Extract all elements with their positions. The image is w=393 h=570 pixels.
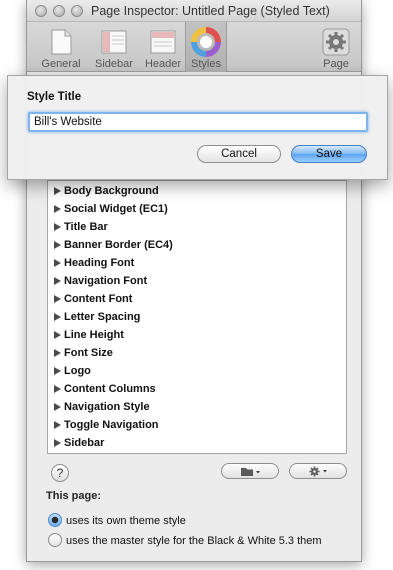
zoom-window-button[interactable] xyxy=(71,5,83,17)
radio-own-theme-label: uses its own theme style xyxy=(66,515,186,527)
cancel-button[interactable]: Cancel xyxy=(197,145,281,163)
inspector-toolbar: General Sidebar Header Styles Page xyxy=(27,22,361,72)
list-item-label: Font Size xyxy=(64,347,113,359)
list-item-label: Letter Spacing xyxy=(64,311,141,323)
disclosure-triangle-icon[interactable] xyxy=(54,259,61,267)
tab-general-label: General xyxy=(41,58,81,70)
list-item-label: Navigation Font xyxy=(64,275,148,287)
list-item[interactable]: Title Bar xyxy=(54,221,108,239)
radio-own-theme[interactable]: uses its own theme style xyxy=(48,513,186,529)
close-window-button[interactable] xyxy=(35,5,47,17)
list-item[interactable]: Toggle Navigation xyxy=(54,419,159,437)
list-item-label: Navigation Style xyxy=(64,401,150,413)
save-button[interactable]: Save xyxy=(291,145,367,163)
tab-styles-label: Styles xyxy=(191,58,221,70)
disclosure-triangle-icon[interactable] xyxy=(54,187,61,195)
disclosure-triangle-icon[interactable] xyxy=(54,367,61,375)
list-item-label: Toggle Navigation xyxy=(64,419,159,431)
minimize-window-button[interactable] xyxy=(53,5,65,17)
disclosure-triangle-icon[interactable] xyxy=(54,241,61,249)
list-item-label: Banner Border (EC4) xyxy=(64,239,173,251)
list-item-label: Heading Font xyxy=(64,257,135,269)
list-item[interactable]: Social Widget (EC1) xyxy=(54,203,168,221)
list-item-label: Sidebar xyxy=(64,437,105,449)
list-item[interactable]: Sidebar xyxy=(54,437,104,455)
list-item[interactable]: Heading Font xyxy=(54,257,134,275)
tab-sidebar-label: Sidebar xyxy=(95,58,133,70)
disclosure-triangle-icon[interactable] xyxy=(54,223,61,231)
list-item-label: Body Background xyxy=(64,185,159,197)
disclosure-triangle-icon[interactable] xyxy=(54,277,61,285)
radio-master-style[interactable]: uses the master style for the Black & Wh… xyxy=(48,533,322,549)
sheet-title: Style Title xyxy=(27,91,82,103)
radio-button[interactable] xyxy=(48,533,62,547)
tab-header[interactable]: Header xyxy=(141,22,185,72)
tab-styles[interactable]: Styles xyxy=(185,22,227,72)
style-list: Body Background Social Widget (EC1) Titl… xyxy=(47,180,347,454)
folder-icon xyxy=(241,468,260,476)
style-title-sheet: Style Title Cancel Save xyxy=(7,75,388,180)
list-item-label: Content Columns xyxy=(64,383,156,395)
document-icon xyxy=(51,29,72,55)
tab-general[interactable]: General xyxy=(35,22,87,72)
list-item[interactable]: Navigation Style xyxy=(54,401,150,419)
list-item[interactable]: Line Height xyxy=(54,329,124,347)
list-item[interactable]: Navigation Font xyxy=(54,275,147,293)
window-title: Page Inspector: Untitled Page (Styled Te… xyxy=(91,4,330,18)
list-item[interactable]: Letter Spacing xyxy=(54,311,140,329)
list-item[interactable]: Logo xyxy=(54,365,91,383)
tab-page[interactable]: Page xyxy=(315,22,357,72)
disclosure-triangle-icon[interactable] xyxy=(54,295,61,303)
list-item-label: Title Bar xyxy=(64,221,108,233)
disclosure-triangle-icon[interactable] xyxy=(54,421,61,429)
help-button[interactable]: ? xyxy=(51,464,69,482)
list-item[interactable]: Body Background xyxy=(54,185,159,203)
list-item[interactable]: Content Font xyxy=(54,293,132,311)
title-bar: Page Inspector: Untitled Page (Styled Te… xyxy=(27,0,361,22)
list-item-label: Line Height xyxy=(64,329,124,341)
list-item-label: Social Widget (EC1) xyxy=(64,203,168,215)
tab-header-label: Header xyxy=(144,58,182,70)
color-wheel-icon xyxy=(191,27,221,57)
list-item-label: Logo xyxy=(64,365,91,377)
folder-menu-button[interactable] xyxy=(221,463,279,479)
list-item-label: Content Font xyxy=(64,293,133,305)
sidebar-layout-icon xyxy=(101,30,127,54)
disclosure-triangle-icon[interactable] xyxy=(54,385,61,393)
disclosure-triangle-icon[interactable] xyxy=(54,403,61,411)
disclosure-triangle-icon[interactable] xyxy=(54,331,61,339)
radio-button-selected[interactable] xyxy=(48,513,62,527)
list-item[interactable]: Banner Border (EC4) xyxy=(54,239,173,257)
gear-icon xyxy=(309,466,327,477)
disclosure-triangle-icon[interactable] xyxy=(54,439,61,447)
gear-icon xyxy=(322,28,350,56)
disclosure-triangle-icon[interactable] xyxy=(54,205,61,213)
disclosure-triangle-icon[interactable] xyxy=(54,349,61,357)
style-title-input[interactable] xyxy=(28,112,368,132)
list-item[interactable]: Font Size xyxy=(54,347,113,365)
this-page-label: This page: xyxy=(46,490,102,502)
action-menu-button[interactable] xyxy=(289,463,347,479)
tab-sidebar[interactable]: Sidebar xyxy=(89,22,139,72)
disclosure-triangle-icon[interactable] xyxy=(54,313,61,321)
list-item[interactable]: Content Columns xyxy=(54,383,156,401)
tab-page-label: Page xyxy=(323,58,349,70)
header-layout-icon xyxy=(150,30,176,54)
radio-master-style-label: uses the master style for the Black & Wh… xyxy=(66,535,322,547)
